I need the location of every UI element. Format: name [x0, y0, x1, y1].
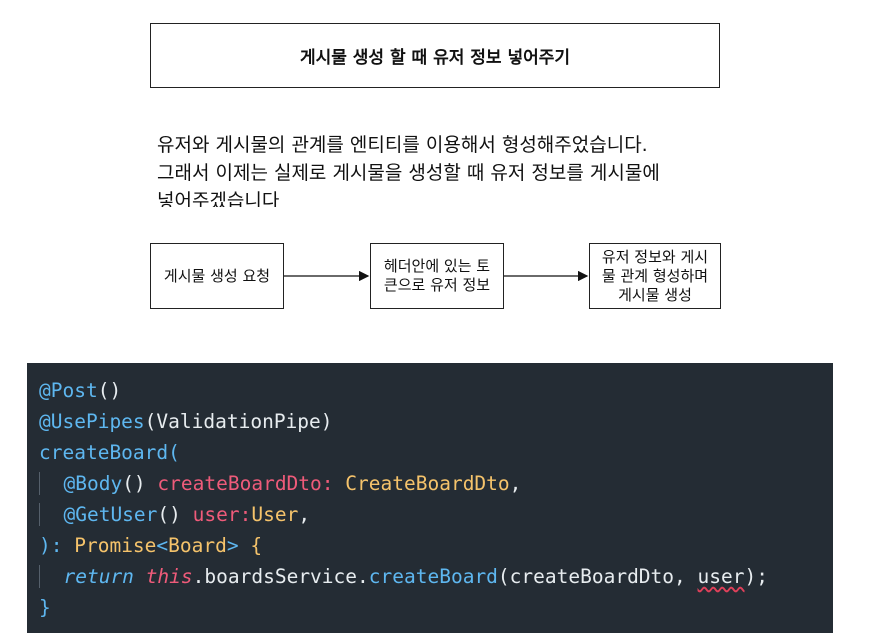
code-keyword: return: [63, 565, 134, 588]
flow-node-label: 헤더안에 있는 토큰으로 유저 정보: [383, 257, 491, 294]
code-decorator: @Post: [39, 379, 98, 402]
code-line: @UsePipes(ValidationPipe): [27, 406, 833, 437]
code-function-name: createBoard: [39, 441, 169, 464]
flow-node-label: 게시물 생성 요청: [163, 266, 271, 285]
flow-node-header-token: 헤더안에 있는 토큰으로 유저 정보: [370, 243, 504, 309]
code-punct: ,: [674, 565, 698, 588]
indent-guide: [39, 472, 64, 495]
code-punct: (: [497, 565, 510, 588]
code-parameter: createBoardDto: [157, 472, 322, 495]
code-punct: >: [226, 534, 239, 557]
code-line: @Post(): [27, 375, 833, 406]
code-punct: (: [168, 441, 180, 464]
code-identifier: ValidationPipe: [156, 410, 321, 433]
code-line: @Body() createBoardDto: CreateBoardDto,: [27, 468, 833, 499]
code-punct: {: [250, 534, 263, 557]
flow-node-label: 유저 정보와 게시물 관계 형성하며 게시물 생성: [601, 247, 709, 304]
code-punct: :: [239, 503, 252, 526]
indent-guide: [39, 503, 64, 526]
code-parameter: user: [192, 503, 240, 526]
code-punct: :: [321, 472, 334, 495]
code-identifier: createBoardDto: [509, 565, 675, 588]
indent-guide: [39, 565, 64, 588]
flow-node-create-board: 유저 정보와 게시물 관계 형성하며 게시물 생성: [589, 243, 721, 309]
code-line: return this.boardsService.createBoard(cr…: [27, 561, 833, 592]
code-identifier: .boardsService: [192, 565, 358, 588]
code-punct: (): [97, 379, 122, 402]
code-line: ): Promise<Board> {: [27, 530, 833, 561]
code-this: this: [145, 565, 193, 588]
code-punct: .: [357, 565, 369, 588]
code-decorator: @GetUser: [63, 503, 158, 526]
code-method: createBoard: [368, 565, 498, 588]
code-decorator: @Body: [63, 472, 123, 495]
code-punct: (): [122, 472, 146, 495]
code-line: }: [27, 592, 833, 623]
code-punct: ,: [298, 503, 311, 526]
code-type: User: [251, 503, 299, 526]
code-punct: }: [39, 596, 51, 619]
code-identifier: user: [697, 565, 745, 588]
code-punct: );: [744, 565, 768, 588]
code-type: Board: [168, 534, 227, 557]
code-line: createBoard(: [27, 437, 833, 468]
code-punct: ): [320, 410, 333, 433]
code-type: CreateBoardDto: [345, 472, 510, 495]
code-punct: <: [156, 534, 169, 557]
code-punct: (): [157, 503, 181, 526]
flow-node-create-request: 게시물 생성 요청: [150, 243, 284, 309]
code-punct: ,: [509, 472, 522, 495]
code-punct: (: [144, 410, 157, 433]
code-decorator: @UsePipes: [39, 410, 145, 433]
code-punct: ):: [39, 534, 63, 557]
code-type: Promise: [74, 534, 157, 557]
code-block: @Post() @UsePipes(ValidationPipe) create…: [27, 363, 833, 633]
code-line: @GetUser() user:User,: [27, 499, 833, 530]
